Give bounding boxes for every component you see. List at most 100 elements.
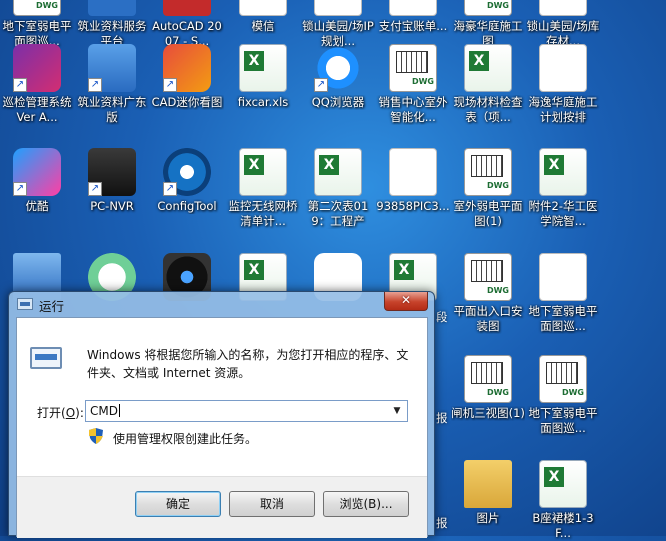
open-label: 打开(O):: [37, 404, 84, 421]
icon-label: fixcar.xls: [237, 95, 289, 109]
browse-button[interactable]: 浏览(B)...: [323, 491, 409, 517]
uac-shield-icon: [89, 428, 103, 444]
icon-label: 销售中心室外智能化...: [378, 95, 448, 124]
desktop-icon[interactable]: 闸机三视图(1): [451, 355, 525, 421]
partial-icon-label: 报: [436, 516, 448, 530]
autocad-icon: [163, 0, 211, 16]
shield-app-icon: ↗: [13, 44, 61, 92]
desktop-icon[interactable]: ↗ CAD迷你看图: [150, 44, 224, 110]
desktop-icon[interactable]: ↗ QQ浏览器: [301, 44, 375, 110]
excel-file-icon: [239, 44, 287, 92]
dwg-file-icon: [464, 0, 512, 16]
desktop-icon[interactable]: 93858PIC3...: [376, 148, 450, 214]
icon-label: 现场材料检查表（项...: [453, 95, 523, 124]
excel-file-icon: [314, 148, 362, 196]
file-icon: [314, 0, 362, 16]
file-icon: [539, 253, 587, 301]
dwg-file-icon: [13, 0, 61, 16]
desktop-icon[interactable]: 销售中心室外智能化...: [376, 44, 450, 125]
run-program-icon: [30, 345, 64, 371]
cad-viewer-icon: ↗: [163, 44, 211, 92]
title-bar[interactable]: 运行 ✕: [9, 292, 434, 316]
icon-label: 模信: [251, 19, 275, 33]
icon-label: 海逸华庭施工计划按排: [528, 95, 598, 124]
shortcut-arrow-icon: ↗: [88, 182, 102, 196]
desktop-icon[interactable]: 现场材料检查表（项...: [451, 44, 525, 125]
dwg-file-icon: [464, 355, 512, 403]
desktop-icon[interactable]: 锁山美园/场IP规划...: [301, 0, 375, 49]
app-icon: [88, 0, 136, 16]
open-command-input[interactable]: CMD ▼: [85, 400, 408, 422]
desktop-icon[interactable]: 地下室弱电平面图巡...: [0, 0, 74, 49]
desktop-icon[interactable]: ↗ 优酷: [0, 148, 74, 214]
dialog-description: Windows 将根据您所输入的名称，为您打开相应的程序、文件夹、文档或 Int…: [87, 348, 409, 380]
excel-file-icon: [539, 148, 587, 196]
pc-nvr-icon: ↗: [88, 148, 136, 196]
icon-label: B座裙楼1-3F...: [532, 511, 594, 540]
icon-label: 优酷: [25, 199, 49, 213]
file-icon: [389, 0, 437, 16]
configtool-icon: ↗: [163, 148, 211, 196]
run-dialog: 运行 ✕ Windows 将根据您所输入的名称，为您打开相应的程序、文件夹、文档…: [8, 291, 435, 538]
excel-file-icon: [464, 44, 512, 92]
desktop-icon[interactable]: 模信: [226, 0, 300, 34]
text-caret: [118, 404, 120, 417]
cancel-button[interactable]: 取消: [229, 491, 315, 517]
icon-label: CAD迷你看图: [151, 95, 223, 109]
icon-label: 巡检管理系统 Ver A...: [2, 95, 72, 124]
desktop-icon[interactable]: 锁山美园/场库存材...: [526, 0, 600, 49]
icon-label: 地下室弱电平面图巡...: [528, 406, 598, 435]
desktop-icon[interactable]: 地下室弱电平面图巡...: [526, 355, 600, 436]
desktop-icon[interactable]: 监控无线网桥清单计...: [226, 148, 300, 229]
desktop-icon[interactable]: 支付宝账单...: [376, 0, 450, 34]
icon-label: 筑业资料广东版: [77, 95, 147, 124]
icon-label: 93858PIC3...: [376, 199, 450, 213]
desktop-icon[interactable]: 海逸华庭施工计划按排: [526, 44, 600, 125]
icon-label: QQ浏览器: [311, 95, 365, 109]
desktop-icon[interactable]: 平面出入口安装图: [451, 253, 525, 334]
dwg-file-icon: [389, 44, 437, 92]
desktop-icon[interactable]: 室外弱电平面图(1): [451, 148, 525, 229]
desktop-icon[interactable]: B座裙楼1-3F...: [526, 460, 600, 541]
file-icon: [389, 148, 437, 196]
qq-browser-icon: ↗: [314, 44, 362, 92]
desktop-icon[interactable]: ↗ 筑业资料广东版: [75, 44, 149, 125]
shortcut-arrow-icon: ↗: [163, 182, 177, 196]
desktop-icon[interactable]: fixcar.xls: [226, 44, 300, 110]
icon-label: PC-NVR: [90, 199, 134, 213]
folder-icon: [464, 460, 512, 508]
desktop-icon[interactable]: ↗ 巡检管理系统 Ver A...: [0, 44, 74, 125]
desktop-icon[interactable]: 海豪华庭施工图: [451, 0, 525, 49]
desktop-icon[interactable]: 图片: [451, 460, 525, 526]
button-bar: 确定 取消 浏览(B)...: [17, 476, 427, 538]
input-value: CMD: [90, 404, 118, 418]
desktop-icon[interactable]: ↗ PC-NVR: [75, 148, 149, 214]
desktop-icon[interactable]: AutoCAD 2007 - S...: [150, 0, 224, 49]
shortcut-arrow-icon: ↗: [13, 78, 27, 92]
admin-privilege-note: 使用管理权限创建此任务。: [113, 432, 258, 446]
open-label-prefix: 打开(: [37, 406, 66, 420]
dialog-body: Windows 将根据您所输入的名称，为您打开相应的程序、文件夹、文档或 Int…: [16, 317, 428, 538]
desktop-icon[interactable]: 第二次表019：工程产值...: [301, 148, 375, 229]
excel-file-icon: [239, 148, 287, 196]
desktop-icon[interactable]: 地下室弱电平面图巡...: [526, 253, 600, 334]
icon-label: 支付宝账单...: [378, 19, 448, 33]
close-button[interactable]: ✕: [384, 292, 428, 311]
house-app-icon: ↗: [88, 44, 136, 92]
dropdown-arrow-icon[interactable]: ▼: [389, 403, 405, 419]
ok-button[interactable]: 确定: [135, 491, 221, 517]
desktop-icon[interactable]: ↗ ConfigTool: [150, 148, 224, 214]
desktop-icon[interactable]: 筑业资料服务平台: [75, 0, 149, 49]
icon-label: 平面出入口安装图: [453, 304, 523, 333]
youku-icon: ↗: [13, 148, 61, 196]
shortcut-arrow-icon: ↗: [163, 78, 177, 92]
icon-label: 附件2-华工医学院智...: [528, 199, 598, 228]
desktop-icon[interactable]: 附件2-华工医学院智...: [526, 148, 600, 229]
icon-label: 图片: [476, 511, 500, 525]
file-icon: [239, 0, 287, 16]
window-title: 运行: [39, 299, 65, 314]
dwg-file-icon: [464, 148, 512, 196]
partial-icon-label: 报: [436, 411, 448, 425]
icon-label: 闸机三视图(1): [451, 406, 525, 420]
open-label-suffix: ):: [75, 406, 84, 420]
